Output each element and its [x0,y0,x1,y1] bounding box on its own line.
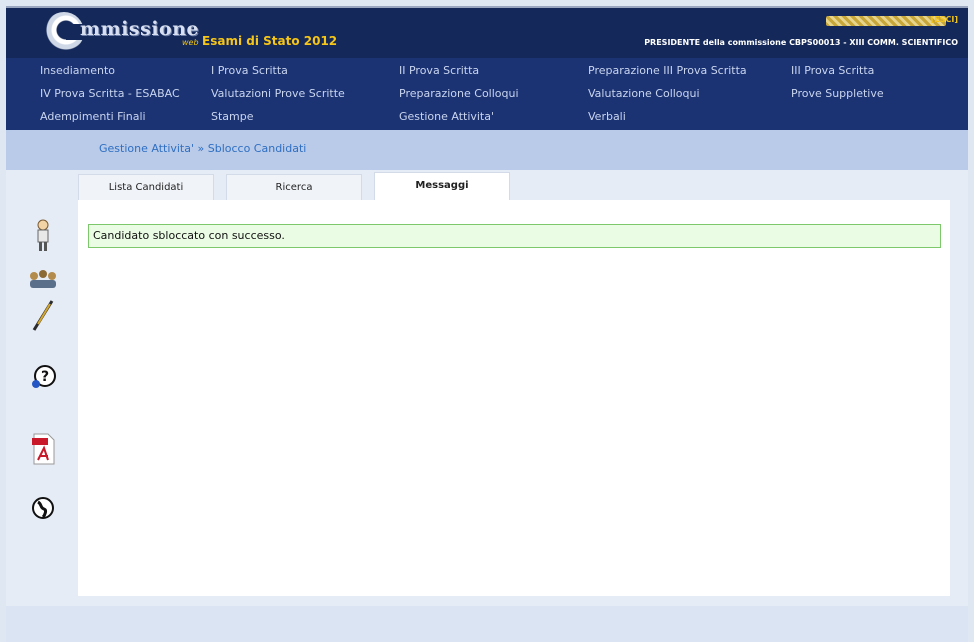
pdf-icon[interactable] [28,432,58,465]
tab-messaggi[interactable]: Messaggi [374,172,510,200]
app-frame: mmissione web Esami di Stato 2012 [ESCI]… [6,6,968,642]
main-menu: Insediamento I Prova Scritta II Prova Sc… [6,58,968,130]
logout-link[interactable]: [ESCI] [931,15,958,24]
exam-title: Esami di Stato 2012 [202,34,338,48]
breadcrumb-bar: Gestione Attivita' » Sblocco Candidati [6,130,968,170]
menu-item-preparazione-colloqui[interactable]: Preparazione Colloqui [399,87,519,100]
globe-icon[interactable] [28,494,58,524]
menu-item-valutazioni-prove-scritte[interactable]: Valutazioni Prove Scritte [211,87,345,100]
pen-icon[interactable] [28,298,58,331]
menu-item-verbali[interactable]: Verbali [588,110,626,123]
menu-item-iii-prova-scritta[interactable]: III Prova Scritta [791,64,874,77]
menu-item-prove-suppletive[interactable]: Prove Suppletive [791,87,884,100]
user-figure-icon[interactable] [28,218,58,251]
footer-band [6,606,968,642]
app-header: mmissione web Esami di Stato 2012 [ESCI]… [6,6,968,58]
menu-item-ii-prova-scritta[interactable]: II Prova Scritta [399,64,479,77]
menu-item-preparazione-iii-prova[interactable]: Preparazione III Prova Scritta [588,64,747,77]
menu-item-adempimenti-finali[interactable]: Adempimenti Finali [40,110,146,123]
menu-item-i-prova-scritta[interactable]: I Prova Scritta [211,64,288,77]
menu-item-iv-prova-esabac[interactable]: IV Prova Scritta - ESABAC [40,87,180,100]
svg-text:?: ? [41,369,49,385]
tab-ricerca[interactable]: Ricerca [226,174,362,200]
logo-text: mmissione [80,18,200,40]
menu-item-stampe[interactable]: Stampe [211,110,254,123]
menu-item-valutazione-colloqui[interactable]: Valutazione Colloqui [588,87,700,100]
menu-item-gestione-attivita[interactable]: Gestione Attivita' [399,110,494,123]
menu-item-insediamento[interactable]: Insediamento [40,64,115,77]
breadcrumb[interactable]: Gestione Attivita' » Sblocco Candidati [99,142,306,155]
user-name-redacted [826,16,946,26]
commission-people-icon[interactable] [28,268,58,298]
tab-lista-candidati[interactable]: Lista Candidati [78,174,214,200]
success-message: Candidato sbloccato con successo. [88,224,941,248]
user-role: PRESIDENTE della commissione CBPS00013 -… [644,38,958,47]
help-icon[interactable]: ? [28,362,58,392]
logo-sub: web [182,38,199,47]
content-panel: Candidato sbloccato con successo. [78,200,950,596]
